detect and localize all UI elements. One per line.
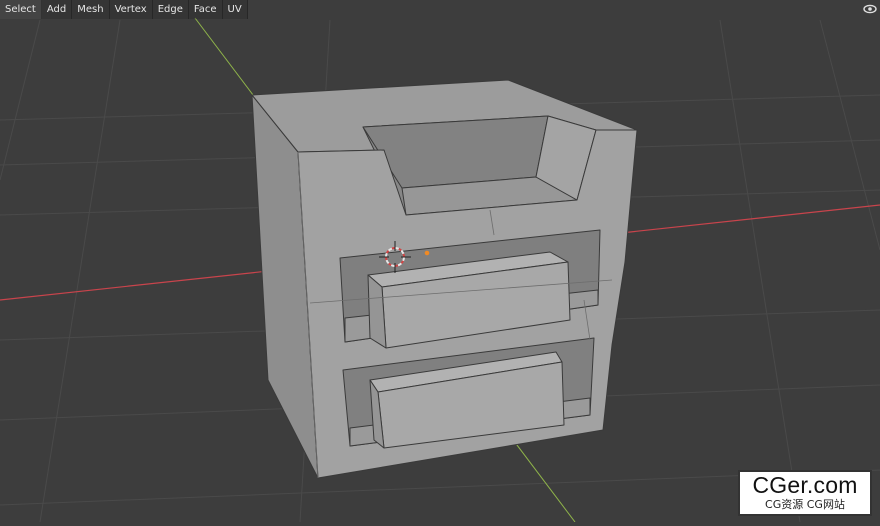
menu-add[interactable]: Add — [42, 0, 73, 19]
watermark-logo: CGer.com CG资源 CG网站 — [738, 470, 872, 516]
object-origin — [424, 250, 430, 256]
menu-mesh[interactable]: Mesh — [72, 0, 110, 19]
menu-uv[interactable]: UV — [223, 0, 248, 19]
editor-menu-bar: Select Add Mesh Vertex Edge Face UV — [0, 0, 248, 19]
menu-face[interactable]: Face — [189, 0, 223, 19]
3d-viewport[interactable] — [0, 0, 880, 523]
overlay-toggle[interactable] — [862, 2, 878, 16]
watermark-subtitle: CG资源 CG网站 — [765, 498, 845, 511]
menu-edge[interactable]: Edge — [153, 0, 189, 19]
menu-vertex[interactable]: Vertex — [110, 0, 153, 19]
viewport-canvas[interactable] — [0, 0, 880, 523]
mesh-cube — [251, 79, 638, 479]
eye-icon — [863, 4, 877, 14]
watermark-title: CGer.com — [752, 472, 858, 498]
menu-select[interactable]: Select — [0, 0, 42, 19]
